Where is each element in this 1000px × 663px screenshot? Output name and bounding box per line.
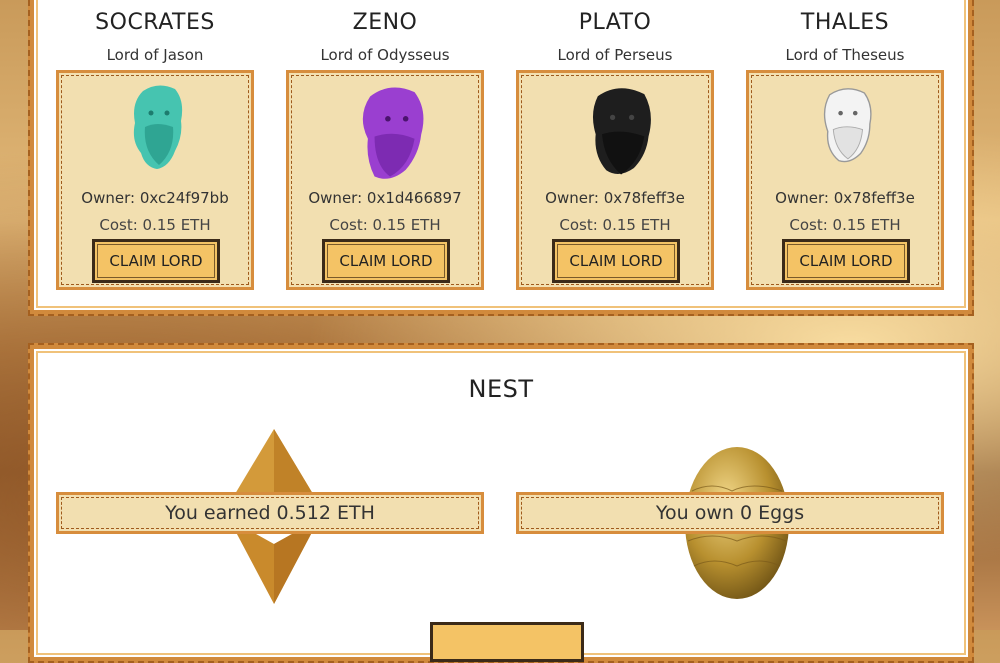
- lord-card: Owner: 0x78feff3e Cost: 0.15 ETH CLAIM L…: [516, 70, 714, 290]
- nest-action-button[interactable]: [430, 622, 584, 662]
- lord-name: ZENO: [352, 10, 418, 35]
- lord-cost: Cost: 0.15 ETH: [329, 216, 441, 234]
- thales-bust-icon: [823, 88, 872, 163]
- claim-lord-button[interactable]: CLAIM LORD: [552, 239, 680, 283]
- lord-subtitle: Lord of Perseus: [557, 46, 673, 64]
- owner-address: Owner: 0x78feff3e: [545, 189, 685, 207]
- lord-name: SOCRATES: [95, 10, 215, 35]
- socrates-bust-icon: [133, 85, 183, 169]
- claim-lord-button[interactable]: CLAIM LORD: [92, 239, 220, 283]
- zeno-bust-icon: [362, 87, 424, 179]
- claim-lord-button[interactable]: CLAIM LORD: [322, 239, 450, 283]
- plato-bust-icon: [592, 88, 651, 175]
- lord-subtitle: Lord of Theseus: [785, 46, 905, 64]
- lord-subtitle: Lord of Jason: [106, 46, 204, 64]
- lord-cost: Cost: 0.15 ETH: [559, 216, 671, 234]
- nest-panel: NEST You earned 0.512 ETH You own 0 Eggs: [28, 343, 974, 663]
- lord-card: Owner: 0x78feff3e Cost: 0.15 ETH CLAIM L…: [746, 70, 944, 290]
- lord-subtitle: Lord of Odysseus: [320, 46, 450, 64]
- lord-name: THALES: [800, 10, 890, 35]
- lord-cost: Cost: 0.15 ETH: [789, 216, 901, 234]
- owner-address: Owner: 0x78feff3e: [775, 189, 915, 207]
- lords-panel: SOCRATES Lord of Jason Owner: 0xc24f97bb…: [28, 0, 974, 316]
- earned-eth-display: You earned 0.512 ETH: [56, 492, 484, 534]
- owner-address: Owner: 0x1d466897: [308, 189, 462, 207]
- lord-name: PLATO: [578, 10, 652, 35]
- owner-address: Owner: 0xc24f97bb: [81, 189, 229, 207]
- lord-card: Owner: 0x1d466897 Cost: 0.15 ETH CLAIM L…: [286, 70, 484, 290]
- lord-cost: Cost: 0.15 ETH: [99, 216, 211, 234]
- nest-title: NEST: [468, 375, 534, 403]
- claim-lord-button[interactable]: CLAIM LORD: [782, 239, 910, 283]
- eggs-owned-display: You own 0 Eggs: [516, 492, 944, 534]
- lord-card: Owner: 0xc24f97bb Cost: 0.15 ETH CLAIM L…: [56, 70, 254, 290]
